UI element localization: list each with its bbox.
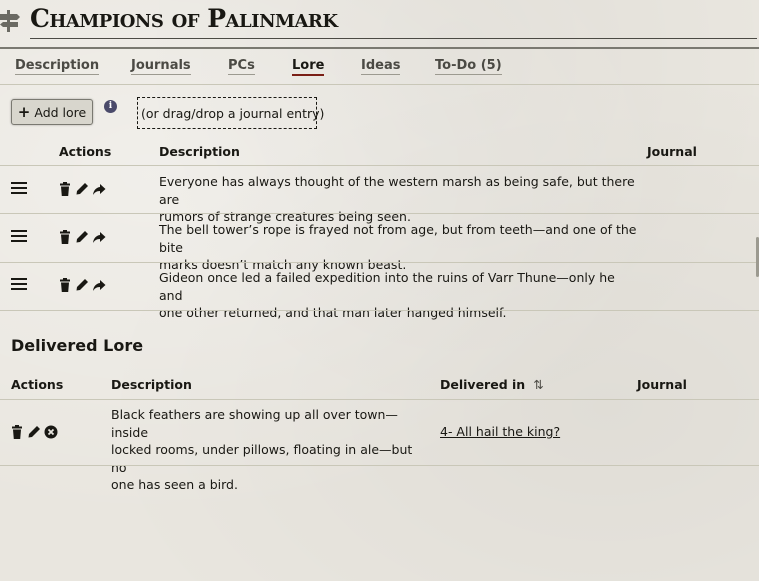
share-icon[interactable] [92,278,106,292]
trash-icon[interactable] [10,425,24,439]
delivered-row-actions [10,425,58,439]
row-divider [0,165,759,166]
tab-todo[interactable]: To-Do (5) [435,58,502,75]
plus-icon: + [17,103,31,121]
trash-icon[interactable] [58,230,72,244]
delivered-header-actions: Actions [11,377,64,392]
trash-icon[interactable] [58,182,72,196]
journal-drop-zone[interactable]: (or drag/drop a journal entry) [137,97,324,129]
share-icon[interactable] [92,230,106,244]
info-icon[interactable]: i [104,100,117,113]
edit-icon[interactable] [75,182,89,196]
undeliver-icon[interactable] [44,425,58,439]
lore-text-line: The bell tower’s rope is frayed not from… [159,222,637,255]
tab-pcs[interactable]: PCs [228,58,255,75]
page-title: Champions of Palinmark [30,4,338,33]
delivered-lore-title: Delivered Lore [11,336,144,355]
signpost-icon [0,10,20,32]
lore-header-journal: Journal [647,144,697,159]
add-lore-label: Add lore [34,104,87,120]
lore-header-description: Description [159,144,240,159]
header: Champions of Palinmark [0,0,759,49]
lore-text-line: one other returned, and that man later h… [159,305,507,320]
lore-text-line: Everyone has always thought of the weste… [159,174,635,207]
trash-icon[interactable] [58,278,72,292]
lore-text-line: Black feathers are showing up all over t… [111,407,398,440]
row-divider [0,213,759,214]
lore-text-line: Gideon once led a failed expedition into… [159,270,615,303]
delivered-description: Black feathers are showing up all over t… [111,406,431,494]
title-rule [30,38,757,39]
lore-text-line: one has seen a bird. [111,477,238,492]
tab-journals[interactable]: Journals [131,58,191,75]
lore-header-actions: Actions [59,144,112,159]
tab-bar: Description Journals PCs Lore Ideas To-D… [0,49,759,85]
delivered-header-journal: Journal [637,377,687,392]
lore-description: Everyone has always thought of the weste… [159,173,639,226]
row-divider [0,310,759,311]
row-actions [58,230,106,244]
delivered-header-delivered-in[interactable]: Delivered in ⇅ [440,377,544,392]
delivered-header-description: Description [111,377,192,392]
drag-handle-icon[interactable] [11,182,27,194]
row-divider [0,465,759,466]
lore-text-line: locked rooms, under pillows, floating in… [111,442,413,475]
row-actions [58,278,106,292]
row-divider [0,262,759,263]
delivered-in-label: Delivered in [440,377,526,392]
row-divider [0,399,759,400]
edit-icon[interactable] [75,230,89,244]
add-lore-button[interactable]: + Add lore [11,99,93,125]
delivered-in-link[interactable]: 4- All hail the king? [440,424,560,439]
lore-description: The bell tower’s rope is frayed not from… [159,221,639,274]
drag-handle-icon[interactable] [11,230,27,242]
drag-handle-icon[interactable] [11,278,27,290]
tab-lore[interactable]: Lore [292,58,325,76]
row-actions [58,182,106,196]
sort-icon[interactable]: ⇅ [533,377,543,392]
lore-description: Gideon once led a failed expedition into… [159,269,639,322]
share-icon[interactable] [92,182,106,196]
tab-ideas[interactable]: Ideas [361,58,401,75]
edit-icon[interactable] [27,425,41,439]
tab-description[interactable]: Description [15,58,100,75]
edit-icon[interactable] [75,278,89,292]
